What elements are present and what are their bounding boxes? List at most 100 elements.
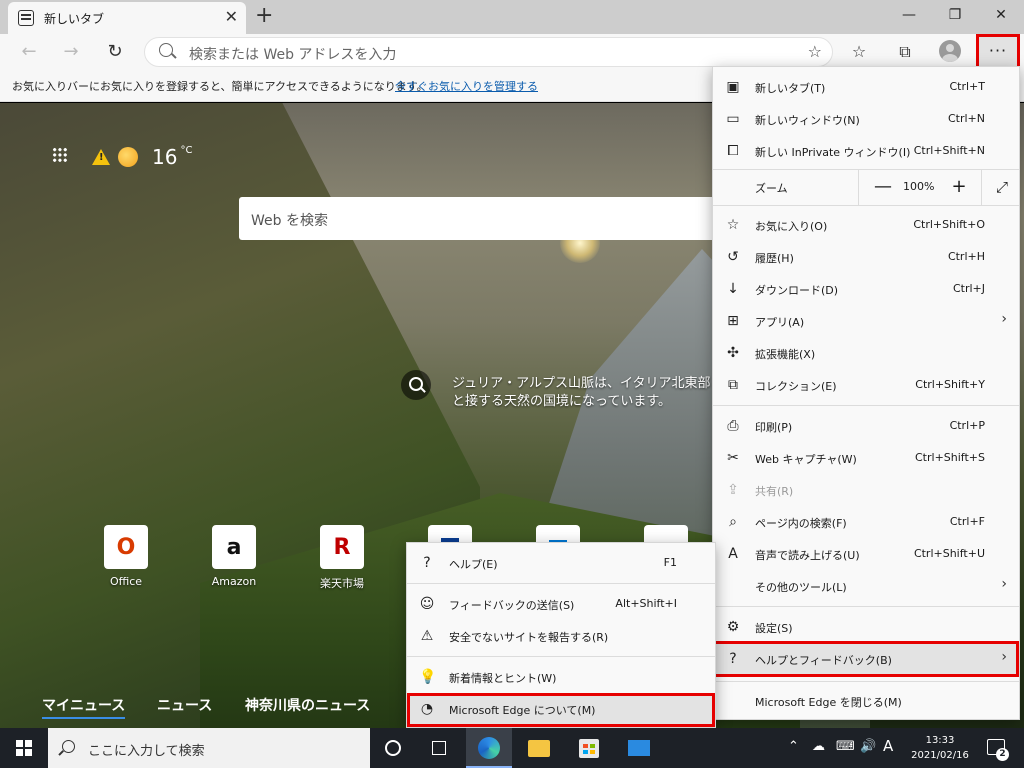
menu-item-extensions[interactable]: ✣ 拡張機能(X) — [713, 337, 1019, 369]
cortana-icon[interactable] — [370, 728, 416, 768]
lightbulb-icon: 💡 — [419, 669, 437, 685]
office-icon: O — [104, 525, 148, 569]
history-icon: ↺ — [727, 249, 739, 265]
tab-title: 新しいタブ — [44, 12, 105, 26]
favorites-button[interactable]: ☆ — [844, 38, 874, 66]
warning-icon: ⚠ — [420, 628, 434, 644]
edge-taskbar-icon[interactable] — [466, 728, 512, 768]
address-bar[interactable]: 検索または Web アドレスを入力 ☆ — [144, 37, 833, 67]
submenu-item-send-feedback[interactable]: ☺ フィードバックの送信(S) Alt+Shift+I — [407, 588, 715, 620]
help-icon: ? — [729, 651, 737, 667]
submenu-item-help[interactable]: ? ヘルプ(E) F1 — [407, 547, 715, 579]
clock[interactable]: 13:33 2021/02/16 — [900, 733, 980, 763]
back-button[interactable]: ← — [14, 38, 44, 66]
tab-local-news[interactable]: 神奈川県のニュース — [245, 695, 370, 715]
menu-item-web-capture[interactable]: ✂ Web キャプチャ(W) Ctrl+Shift+S — [713, 442, 1019, 474]
menu-item-close-edge[interactable]: Microsoft Edge を閉じる(M) — [713, 685, 1019, 717]
help-and-feedback-submenu: ? ヘルプ(E) F1 ☺ フィードバックの送信(S) Alt+Shift+I … — [406, 542, 716, 728]
toolbar: ← → ↻ 検索または Web アドレスを入力 ☆ ☆ ⧉ ··· — [0, 34, 1024, 70]
restore-button[interactable]: ❐ — [932, 0, 978, 30]
menu-item-history[interactable]: ↺ 履歴(H) Ctrl+H — [713, 241, 1019, 273]
close-window-button[interactable]: ✕ — [978, 0, 1024, 30]
new-tab-page-icon — [18, 10, 34, 26]
quick-link-amazon[interactable]: a Amazon — [204, 525, 264, 588]
menu-item-help-and-feedback[interactable]: ? ヘルプとフィードバック(B) › — [713, 641, 1019, 677]
tab-news[interactable]: ニュース — [157, 695, 212, 715]
chevron-right-icon: › — [1001, 576, 1007, 592]
onedrive-cloud-icon[interactable]: ☁ — [812, 739, 825, 754]
quick-link-office[interactable]: O Office — [96, 525, 156, 588]
file-explorer-icon[interactable] — [516, 728, 562, 768]
weather-alert-icon[interactable] — [92, 149, 110, 165]
submenu-item-report-unsafe[interactable]: ⚠ 安全でないサイトを報告する(R) — [407, 620, 715, 652]
menu-item-collections[interactable]: ⧉ コレクション(E) Ctrl+Shift+Y — [713, 369, 1019, 401]
menu-item-read-aloud[interactable]: A 音声で読み上げる(U) Ctrl+Shift+U — [713, 538, 1019, 570]
favorites-icon: ☆ — [726, 217, 740, 233]
image-caption[interactable]: ジュリア・アルプス山脈は、イタリア北東部と接する天然の国境になっています。 — [452, 375, 712, 411]
menu-item-new-inprivate[interactable]: ⧠ 新しい InPrivate ウィンドウ(I) Ctrl+Shift+N — [713, 135, 1019, 167]
task-view-icon[interactable] — [416, 728, 462, 768]
start-button[interactable] — [0, 728, 48, 768]
forward-button[interactable]: → — [56, 38, 86, 66]
apps-icon: ⊞ — [727, 313, 739, 329]
tab-strip: 新しいタブ ✕ + — ❐ ✕ — [0, 0, 1024, 34]
zoom-in-button[interactable]: + — [947, 175, 971, 199]
menu-item-share: ⇪ 共有(R) — [713, 474, 1019, 506]
share-icon: ⇪ — [727, 482, 739, 498]
new-tab-button[interactable]: + — [255, 3, 273, 29]
edge-icon: ◔ — [420, 701, 434, 717]
ime-indicator[interactable]: A — [883, 737, 893, 755]
taskbar: ここに入力して検索 ⌃ ☁ ⌨ 🔊 A 13:33 2021/02/16 2 — [0, 728, 1024, 768]
find-icon: ⌕ — [729, 514, 737, 530]
zoom-level: 100% — [903, 180, 935, 193]
tab-my-news[interactable]: マイニュース — [42, 695, 126, 719]
settings-and-more-button[interactable]: ··· — [976, 34, 1020, 70]
collections-button[interactable]: ⧉ — [890, 38, 920, 66]
extensions-icon: ✣ — [727, 345, 739, 361]
print-icon: ⎙ — [727, 418, 739, 434]
submenu-item-about-edge[interactable]: ◔ Microsoft Edge について(M) — [407, 693, 715, 727]
submenu-item-whats-new[interactable]: 💡 新着情報とヒント(W) — [407, 661, 715, 693]
menu-item-more-tools[interactable]: その他のツール(L) › — [713, 570, 1019, 602]
menu-item-favorites[interactable]: ☆ お気に入り(O) Ctrl+Shift+O — [713, 209, 1019, 241]
weather-sun-icon[interactable] — [118, 147, 138, 167]
inprivate-icon: ⧠ — [727, 143, 739, 159]
menu-item-print[interactable]: ⎙ 印刷(P) Ctrl+P — [713, 410, 1019, 442]
taskbar-search-box[interactable]: ここに入力して検索 — [48, 728, 370, 768]
zoom-out-button[interactable]: — — [871, 175, 895, 199]
menu-item-new-tab[interactable]: ▣ 新しいタブ(T) Ctrl+T — [713, 71, 1019, 103]
refresh-button[interactable]: ↻ — [100, 38, 130, 66]
window-icon: ▭ — [726, 111, 740, 127]
mail-icon[interactable] — [616, 728, 662, 768]
menu-item-downloads[interactable]: ↓ ダウンロード(D) Ctrl+J — [713, 273, 1019, 305]
quick-link-rakuten[interactable]: R 楽天市場 — [312, 525, 372, 591]
network-icon[interactable]: ⌨ — [836, 739, 855, 754]
add-favorite-icon[interactable]: ☆ — [808, 42, 822, 61]
capture-icon: ✂ — [727, 450, 739, 466]
tab-new-tab[interactable]: 新しいタブ ✕ — [8, 2, 246, 34]
read-aloud-icon: A — [728, 546, 738, 562]
notification-center-icon[interactable]: 2 — [984, 736, 1009, 761]
notification-count: 2 — [996, 748, 1009, 761]
menu-item-find-in-page[interactable]: ⌕ ページ内の検索(F) Ctrl+F — [713, 506, 1019, 538]
fullscreen-button[interactable]: ⤢ — [990, 175, 1014, 199]
zoom-row: ズーム — 100% + ⤢ — [713, 169, 1019, 205]
chevron-right-icon: › — [1001, 311, 1007, 327]
volume-icon[interactable]: 🔊 — [860, 739, 876, 754]
clock-date: 2021/02/16 — [911, 750, 969, 761]
close-tab-icon[interactable]: ✕ — [225, 8, 238, 26]
profile-avatar[interactable] — [939, 40, 961, 62]
menu-item-apps[interactable]: ⊞ アプリ(A) › — [713, 305, 1019, 337]
image-info-search-icon[interactable] — [401, 370, 431, 400]
menu-item-new-window[interactable]: ▭ 新しいウィンドウ(N) Ctrl+N — [713, 103, 1019, 135]
web-search-box[interactable]: Web を検索 — [239, 197, 729, 240]
minimize-button[interactable]: — — [886, 0, 932, 30]
show-hidden-icons-chevron-icon[interactable]: ⌃ — [788, 739, 799, 754]
app-launcher-icon[interactable] — [52, 147, 68, 163]
store-icon[interactable] — [566, 728, 612, 768]
weather-temperature[interactable]: 16 °C — [152, 145, 192, 169]
clock-time: 13:33 — [925, 735, 955, 746]
manage-favorites-link[interactable]: 今すぐお気に入りを管理する — [395, 78, 538, 94]
menu-item-settings[interactable]: ⚙ 設定(S) — [713, 611, 1019, 643]
collections-icon: ⧉ — [728, 377, 738, 393]
